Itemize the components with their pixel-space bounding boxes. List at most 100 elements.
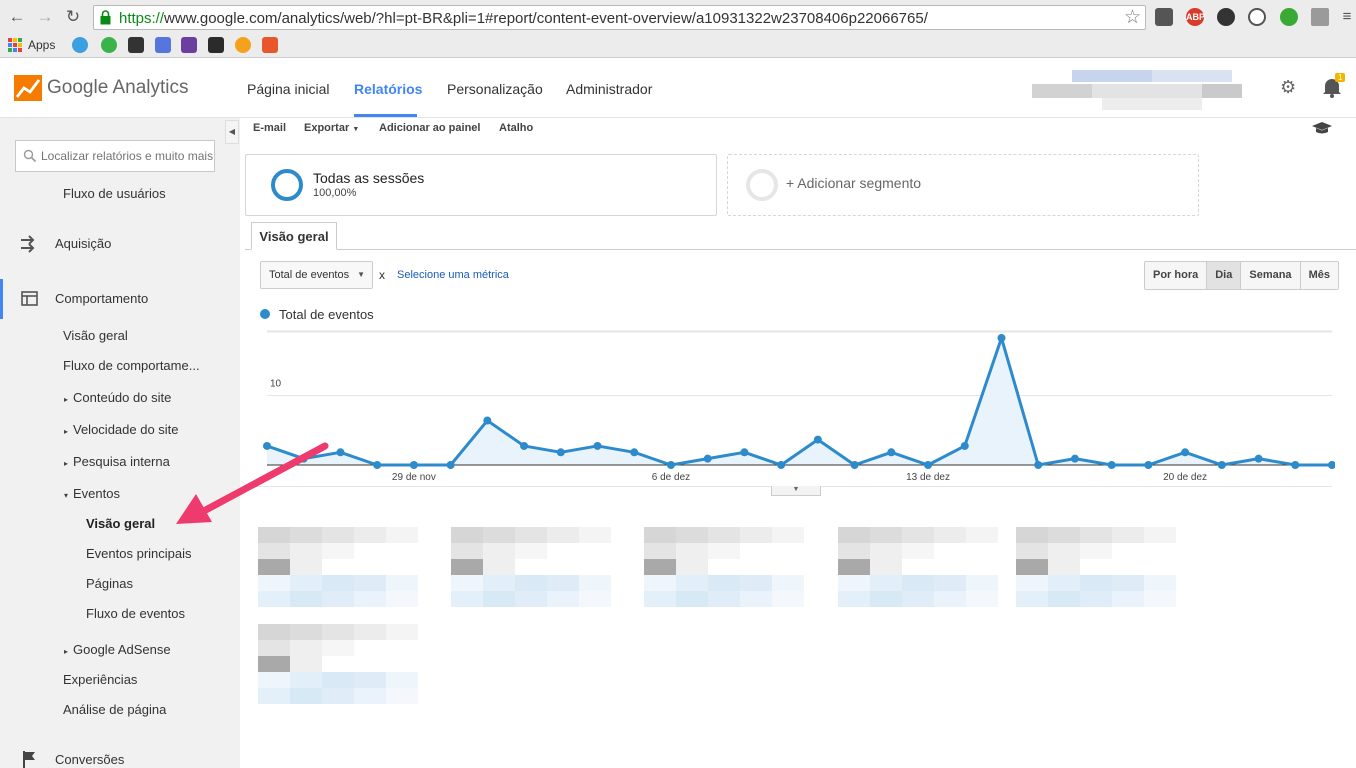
scorecard-tile-blurred	[258, 527, 458, 622]
nav-reports[interactable]: Relatórios	[354, 81, 422, 97]
report-search-box[interactable]	[15, 140, 215, 172]
granularity-hour-button[interactable]: Por hora	[1145, 262, 1207, 289]
dropdown-caret-icon: ▼	[357, 270, 365, 279]
graduation-cap-icon[interactable]	[1311, 121, 1333, 135]
dropdown-caret-icon: ▼	[352, 126, 360, 133]
pixel-block	[934, 543, 966, 559]
pixel-block	[740, 559, 772, 575]
segment-all-sessions[interactable]: Todas as sessões 100,00%	[245, 154, 717, 216]
green-extension-icon[interactable]	[1280, 8, 1298, 26]
metric-dropdown[interactable]: Total de eventos ▼	[260, 261, 373, 289]
granularity-week-button[interactable]: Semana	[1240, 262, 1300, 289]
pixel-block	[676, 543, 708, 559]
back-icon[interactable]: ←	[6, 6, 28, 28]
pixel-block	[676, 591, 708, 607]
bookmark-bird-icon[interactable]	[155, 37, 171, 53]
sidebar-item-site-search-label: Pesquisa interna	[73, 454, 170, 469]
address-bar[interactable]: https://www.google.com/analytics/web/?hl…	[93, 5, 1146, 30]
search-input[interactable]	[41, 149, 213, 163]
sidebar-item-events[interactable]: ▾ Eventos	[64, 486, 120, 501]
data-point	[1291, 461, 1300, 469]
info-extension-icon[interactable]	[1248, 8, 1266, 26]
chart-collapse-toggle[interactable]: ▼	[771, 486, 821, 496]
tab-overview[interactable]: Visão geral	[251, 222, 337, 250]
pixel-block	[322, 656, 354, 672]
sidebar-item-acquisition[interactable]: Aquisição	[55, 236, 111, 251]
pocket-icon[interactable]	[1155, 8, 1173, 26]
apps-grid-icon[interactable]	[8, 38, 22, 52]
export-button[interactable]: Exportar ▼	[304, 122, 359, 134]
sidebar-item-site-content[interactable]: ▸ Conteúdo do site	[64, 390, 171, 405]
granularity-month-button[interactable]: Mês	[1299, 262, 1338, 289]
pixel-block	[354, 543, 386, 559]
pixel-block	[838, 575, 870, 591]
legend-label: Total de eventos	[279, 307, 374, 322]
menu-icon[interactable]: ≡	[1336, 6, 1356, 28]
pixel-block	[258, 640, 290, 656]
apps-label[interactable]: Apps	[28, 38, 55, 52]
sidebar-item-behavior-overview[interactable]: Visão geral	[63, 328, 128, 343]
adblock-icon[interactable]: ABP	[1186, 8, 1205, 26]
sidebar-item-site-search[interactable]: ▸ Pesquisa interna	[64, 454, 170, 469]
add-segment-box[interactable]: + Adicionar segmento	[727, 154, 1199, 216]
account-selector-blurred[interactable]	[1022, 68, 1282, 118]
sidebar-item-experiments[interactable]: Experiências	[63, 672, 137, 687]
email-button[interactable]: E-mail	[253, 122, 286, 134]
pixel-block	[902, 527, 934, 543]
pixel-block	[1016, 527, 1048, 543]
sidebar-item-adsense[interactable]: ▸ Google AdSense	[64, 642, 171, 657]
pixel-block	[1048, 527, 1080, 543]
pixel-block	[386, 527, 418, 543]
pixel-block	[740, 543, 772, 559]
pixel-block	[708, 559, 740, 575]
bookmark-s-icon[interactable]	[72, 37, 88, 53]
scorecard-tile-blurred	[644, 527, 844, 622]
sidebar-collapse-button[interactable]: ◀	[225, 120, 239, 144]
pixel-block	[322, 559, 354, 575]
sidebar-item-users-flow[interactable]: Fluxo de usuários	[63, 186, 166, 201]
pixel-block	[579, 591, 611, 607]
active-nav-underline	[354, 114, 417, 117]
pixel-block	[838, 559, 870, 575]
bookmark-magento-icon[interactable]	[262, 37, 278, 53]
add-to-dashboard-button[interactable]: Adicionar ao painel	[379, 122, 480, 134]
sidebar-item-behavior-flow[interactable]: Fluxo de comportame...	[63, 358, 200, 373]
nav-admin[interactable]: Administrador	[566, 81, 652, 97]
sidebar-item-top-events[interactable]: Eventos principais	[86, 546, 192, 561]
eyedropper-icon[interactable]	[1311, 8, 1329, 26]
select-metric-link[interactable]: Selecione uma métrica	[397, 269, 509, 281]
bookmark-wb-icon[interactable]	[181, 37, 197, 53]
pixel-block	[258, 688, 290, 704]
sidebar-item-events-flow[interactable]: Fluxo de eventos	[86, 606, 185, 621]
bookmark-mugshot-icon[interactable]	[208, 37, 224, 53]
pixel-block	[644, 543, 676, 559]
pixel-block	[902, 575, 934, 591]
pixel-block	[258, 527, 290, 543]
bookmark-star-icon[interactable]: ☆	[1124, 6, 1141, 29]
nav-home[interactable]: Página inicial	[247, 81, 330, 97]
bookmark-p-icon[interactable]	[128, 37, 144, 53]
granularity-day-button[interactable]: Dia	[1206, 262, 1241, 289]
sidebar-item-events-overview[interactable]: Visão geral	[86, 516, 155, 531]
data-point	[1181, 448, 1190, 457]
sidebar-item-in-page-analytics[interactable]: Análise de página	[63, 702, 166, 717]
sidebar-item-behavior[interactable]: Comportamento	[55, 291, 148, 306]
colorzilla-icon[interactable]	[1217, 8, 1235, 26]
pixel-block	[772, 591, 804, 607]
sidebar-item-site-speed[interactable]: ▸ Velocidade do site	[64, 422, 179, 437]
pixel-block	[290, 672, 322, 688]
pixel-block	[354, 527, 386, 543]
nav-customization[interactable]: Personalização	[447, 81, 543, 97]
gear-icon[interactable]: ⚙	[1280, 77, 1296, 98]
bell-icon[interactable]: 1	[1322, 73, 1346, 98]
forward-icon[interactable]: →	[34, 6, 56, 28]
shortcut-button[interactable]: Atalho	[499, 122, 533, 134]
sidebar-item-pages[interactable]: Páginas	[86, 576, 133, 591]
reload-icon[interactable]: ↻	[62, 6, 84, 28]
pixel-block	[322, 527, 354, 543]
sidebar-item-conversions[interactable]: Conversões	[55, 752, 124, 767]
bookmark-evernote-icon[interactable]	[101, 37, 117, 53]
scorecard-tile-blurred	[1016, 527, 1216, 622]
pixel-block	[515, 559, 547, 575]
bookmark-c-icon[interactable]	[235, 37, 251, 53]
